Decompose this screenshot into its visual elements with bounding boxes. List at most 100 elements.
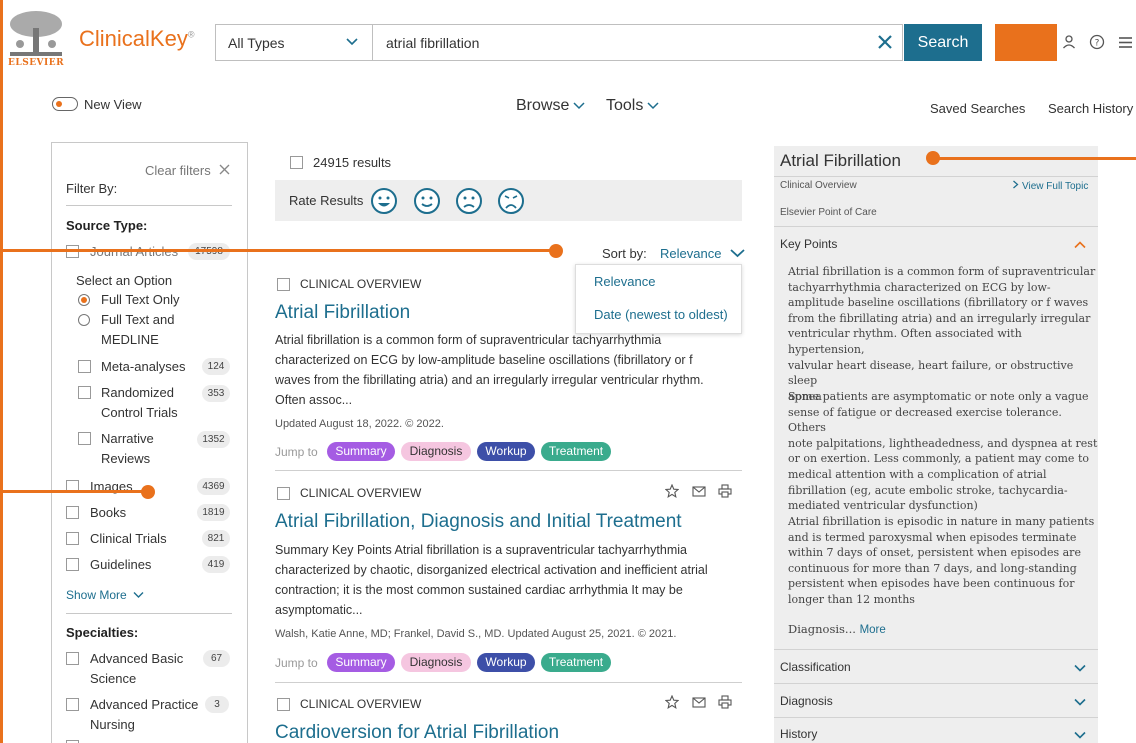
snippet-line: Often assoc... <box>275 393 353 407</box>
user-icon[interactable] <box>1060 33 1078 51</box>
sort-option-relevance[interactable]: Relevance <box>594 274 655 289</box>
print-icon[interactable] <box>718 695 732 709</box>
content-type-select[interactable]: All Types <box>216 25 373 60</box>
filter-item-label-line2: Nursing <box>90 717 135 732</box>
jump-diagnosis-pill[interactable]: Diagnosis <box>401 653 471 672</box>
key-points-heading[interactable]: Key Points <box>780 237 837 251</box>
chevron-down-icon[interactable] <box>1074 731 1086 739</box>
jump-treatment-pill[interactable]: Treatment <box>541 653 611 672</box>
radio-button[interactable] <box>78 294 90 306</box>
tools-menu[interactable]: Tools <box>606 97 659 115</box>
topic-title[interactable]: Atrial Fibrillation <box>780 151 901 171</box>
close-icon <box>219 164 230 175</box>
count-badge: 3 <box>205 696 229 713</box>
chevron-down-icon <box>730 249 745 258</box>
snippet-line: characterized by chaotic, disorganized e… <box>275 563 708 577</box>
result-title[interactable]: Atrial Fibrillation <box>275 302 410 324</box>
print-icon[interactable] <box>718 484 732 498</box>
view-full-topic-link[interactable]: View Full Topic <box>1012 180 1088 192</box>
sort-option-date[interactable]: Date (newest to oldest) <box>594 307 728 322</box>
checkbox[interactable] <box>78 432 91 445</box>
paragraph-line: tachyarrhythmia characterized on ECG by … <box>788 280 1051 294</box>
star-icon[interactable] <box>665 695 679 709</box>
filter-item-label: Guidelines <box>90 557 152 572</box>
jump-workup-pill[interactable]: Workup <box>477 653 535 672</box>
filter-item-label: Meta-analyses <box>101 359 186 374</box>
divider <box>275 470 742 471</box>
section-history[interactable]: History <box>780 727 817 741</box>
specialties-heading: Specialties: <box>66 625 139 640</box>
checkbox[interactable] <box>277 487 290 500</box>
chevron-down-icon <box>346 38 358 46</box>
paragraph-line: fibrillation (eg, acute embolic stroke, … <box>788 483 1068 497</box>
saved-searches-link[interactable]: Saved Searches <box>930 101 1025 116</box>
show-more-link[interactable]: Show More <box>66 588 144 602</box>
show-more-label: Show More <box>66 588 127 602</box>
search-input[interactable] <box>386 32 866 54</box>
radio-label-line2: MEDLINE <box>101 332 159 347</box>
star-icon[interactable] <box>665 484 679 498</box>
checkbox[interactable] <box>66 532 79 545</box>
topic-panel: Atrial Fibrillation Clinical Overview Vi… <box>774 146 1098 743</box>
chevron-down-icon[interactable] <box>1074 664 1086 672</box>
clear-filters-link[interactable]: Clear filters <box>145 163 230 178</box>
elsevier-tree-logo <box>6 10 66 58</box>
email-icon[interactable] <box>692 484 706 498</box>
result-type: CLINICAL OVERVIEW <box>300 277 422 291</box>
clinicalkey-logo[interactable]: ClinicalKey® <box>79 26 194 52</box>
paragraph-line: and is termed paroxysmal when episodes t… <box>788 530 1077 544</box>
search-history-link[interactable]: Search History <box>1048 101 1133 116</box>
paragraph-line: persistent when episodes have been conti… <box>788 577 1075 591</box>
chevron-down-icon[interactable] <box>1074 698 1086 706</box>
paragraph-line: within 7 days of onset, persistent when … <box>788 546 1081 560</box>
diagnosis-teaser-text: Diagnosis... <box>788 622 856 636</box>
filter-item-label: Clinical Trials <box>90 531 167 546</box>
checkbox[interactable] <box>277 278 290 291</box>
happy-face-icon[interactable] <box>413 187 441 215</box>
checkbox[interactable] <box>290 156 303 169</box>
result-title[interactable]: Atrial Fibrillation, Diagnosis and Initi… <box>275 511 682 533</box>
jump-treatment-pill[interactable]: Treatment <box>541 442 611 461</box>
svg-text:?: ? <box>1095 39 1100 49</box>
help-icon[interactable]: ? <box>1088 33 1106 51</box>
sad-face-icon[interactable] <box>455 187 483 215</box>
result-title[interactable]: Cardioversion for Atrial Fibrillation <box>275 722 559 743</box>
clear-search-icon[interactable] <box>874 31 896 53</box>
browse-label: Browse <box>516 97 570 114</box>
paragraph-line: Some patients are asymptomatic or note o… <box>788 390 1089 403</box>
count-badge: 4369 <box>197 478 230 495</box>
jump-diagnosis-pill[interactable]: Diagnosis <box>401 442 471 461</box>
checkbox[interactable] <box>78 360 91 373</box>
content-type-label: All Types <box>228 35 285 51</box>
new-view-toggle[interactable] <box>52 97 78 111</box>
very-happy-face-icon[interactable] <box>370 187 398 215</box>
chevron-down-icon <box>573 102 585 110</box>
checkbox[interactable] <box>66 558 79 571</box>
section-diagnosis[interactable]: Diagnosis <box>780 694 833 708</box>
result-meta: Updated August 18, 2022. © 2022. <box>275 418 444 430</box>
radio-button[interactable] <box>78 314 90 326</box>
toggle-knob <box>56 101 62 107</box>
search-button[interactable]: Search <box>904 24 982 61</box>
count-badge: 67 <box>203 650 230 667</box>
very-sad-face-icon[interactable] <box>497 187 525 215</box>
browse-menu[interactable]: Browse <box>516 97 585 115</box>
checkbox[interactable] <box>66 652 79 665</box>
snippet-line: asymptomatic... <box>275 603 363 617</box>
source-type-heading: Source Type: <box>66 218 148 233</box>
filter-item-label-line2: Science <box>90 671 137 686</box>
checkbox[interactable] <box>66 506 79 519</box>
checkbox[interactable] <box>66 698 79 711</box>
chevron-up-icon[interactable] <box>1074 241 1086 249</box>
paragraph-line: medical attention with a complication of… <box>788 467 1047 481</box>
jump-summary-pill[interactable]: Summary <box>327 442 395 461</box>
menu-icon[interactable] <box>1116 33 1134 51</box>
email-icon[interactable] <box>692 695 706 709</box>
jump-workup-pill[interactable]: Workup <box>477 442 535 461</box>
jump-summary-pill[interactable]: Summary <box>327 653 395 672</box>
checkbox[interactable] <box>277 698 290 711</box>
sort-select[interactable]: Relevance <box>660 246 745 261</box>
more-link[interactable]: More <box>860 624 886 636</box>
section-classification[interactable]: Classification <box>780 660 851 674</box>
checkbox[interactable] <box>78 386 91 399</box>
